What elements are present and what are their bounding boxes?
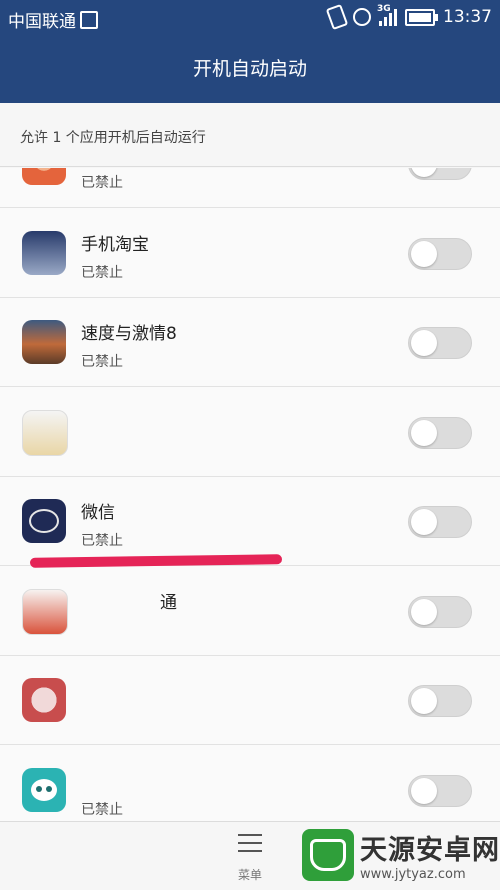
toggle-knob <box>411 778 437 804</box>
racing-game-icon <box>22 320 66 364</box>
menu-icon[interactable] <box>238 834 262 852</box>
battery-icon <box>405 8 438 26</box>
app-name: 手机淘宝 <box>81 235 149 255</box>
app-status: 已禁止 <box>81 265 123 281</box>
app-name: 通 <box>160 593 177 613</box>
app-row-wechat[interactable]: 微信 已禁止 <box>0 477 500 566</box>
orange-app-icon <box>22 168 66 185</box>
watermark-title: 天源安卓网 <box>360 835 500 866</box>
app-status: 已禁止 <box>81 175 123 191</box>
autostart-toggle[interactable] <box>408 685 472 717</box>
red-app-icon <box>22 589 68 635</box>
watermark-logo-icon <box>302 829 354 881</box>
teal-app-icon <box>22 768 66 812</box>
app-name: 微信 <box>81 503 115 523</box>
app-status: 已禁止 <box>81 354 123 370</box>
carrier-name: 中国联通 <box>8 12 76 32</box>
autostart-toggle[interactable] <box>408 327 472 359</box>
toggle-knob <box>411 241 437 267</box>
app-status: 已禁止 <box>81 802 123 818</box>
toggle-knob <box>411 168 437 177</box>
toggle-knob <box>411 688 437 714</box>
app-row[interactable] <box>0 388 500 477</box>
page-title: 开机自动启动 <box>0 36 500 103</box>
watermark: 天源安卓网 www.jytyaz.com <box>302 828 500 882</box>
watermark-url: www.jytyaz.com <box>360 867 466 882</box>
app-list: 已禁止 手机淘宝 已禁止 速度与激情8 已禁止 微信 已禁止 通 已禁止 <box>0 168 500 821</box>
autostart-toggle[interactable] <box>408 168 472 180</box>
vibrate-icon <box>325 3 349 31</box>
app-row[interactable]: 已禁止 <box>0 746 500 821</box>
autostart-toggle[interactable] <box>408 596 472 628</box>
feather-app-icon <box>22 410 68 456</box>
network-type-label: 3G <box>377 4 391 14</box>
autostart-toggle[interactable] <box>408 238 472 270</box>
autostart-toggle[interactable] <box>408 775 472 807</box>
alarm-icon <box>353 8 371 26</box>
wechat-icon <box>22 499 66 543</box>
toggle-knob <box>411 420 437 446</box>
toggle-knob <box>411 599 437 625</box>
pink-app-icon <box>22 678 66 722</box>
app-row[interactable]: 通 <box>0 567 500 656</box>
taobao-icon <box>22 231 66 275</box>
clock: 13:37 <box>443 7 492 27</box>
status-bar: 中国联通 3G 13:37 <box>0 0 500 36</box>
signal-icon: 3G <box>377 4 397 26</box>
carrier-label: 中国联通 <box>8 7 98 32</box>
app-row[interactable]: 速度与激情8 已禁止 <box>0 298 500 387</box>
app-row[interactable] <box>0 656 500 745</box>
app-status: 已禁止 <box>81 533 123 549</box>
toggle-knob <box>411 509 437 535</box>
status-icons: 3G 13:37 <box>325 3 492 31</box>
autostart-toggle[interactable] <box>408 417 472 449</box>
app-row[interactable]: 手机淘宝 已禁止 <box>0 209 500 298</box>
autostart-summary: 允许 1 个应用开机后自动运行 <box>0 103 500 167</box>
watermark-text: 天源安卓网 www.jytyaz.com <box>360 828 500 882</box>
app-name: 速度与激情8 <box>81 324 177 344</box>
app-row[interactable]: 已禁止 <box>0 168 500 208</box>
toggle-knob <box>411 330 437 356</box>
autostart-toggle[interactable] <box>408 506 472 538</box>
image-icon <box>80 11 98 29</box>
